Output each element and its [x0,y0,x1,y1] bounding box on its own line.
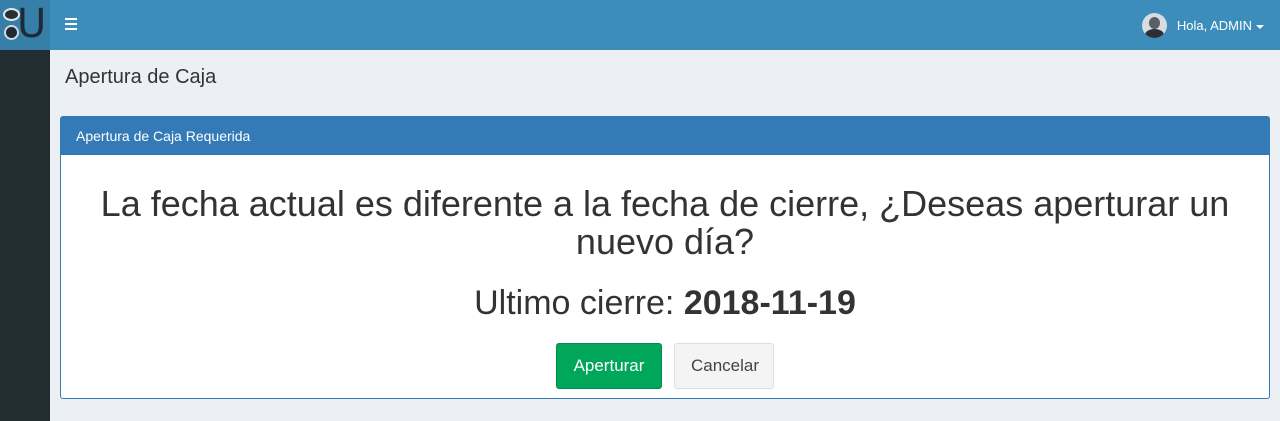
last-close-date: 2018-11-19 [683,284,856,322]
avatar [1141,13,1167,38]
panel-actions: Aperturar Cancelar [61,343,1269,389]
cash-opening-panel: Apertura de Caja Requerida La fecha actu… [60,116,1270,399]
app-logo[interactable]: U [0,0,50,50]
open-cash-button[interactable]: Aperturar [556,343,662,389]
user-menu[interactable]: Hola, ADMIN [1141,13,1264,38]
open-day-message: La fecha actual es diferente a la fecha … [100,183,1230,262]
sidebar [0,50,50,421]
page-title: Apertura de Caja [65,66,217,88]
last-close-info: Ultimo cierre: 2018-11-19 [61,283,1269,323]
logo-letter: U [17,1,47,47]
last-close-label: Ultimo cierre: [474,284,675,322]
user-greeting[interactable]: Hola, ADMIN [1177,18,1252,33]
panel-heading: Apertura de Caja Requerida [61,117,1269,155]
sidebar-toggle-icon[interactable] [65,18,77,30]
cancel-button[interactable]: Cancelar [674,343,774,389]
caret-down-icon [1256,24,1264,29]
top-header: U Hola, ADMIN [0,0,1280,50]
panel-body: La fecha actual es diferente a la fecha … [61,185,1269,389]
